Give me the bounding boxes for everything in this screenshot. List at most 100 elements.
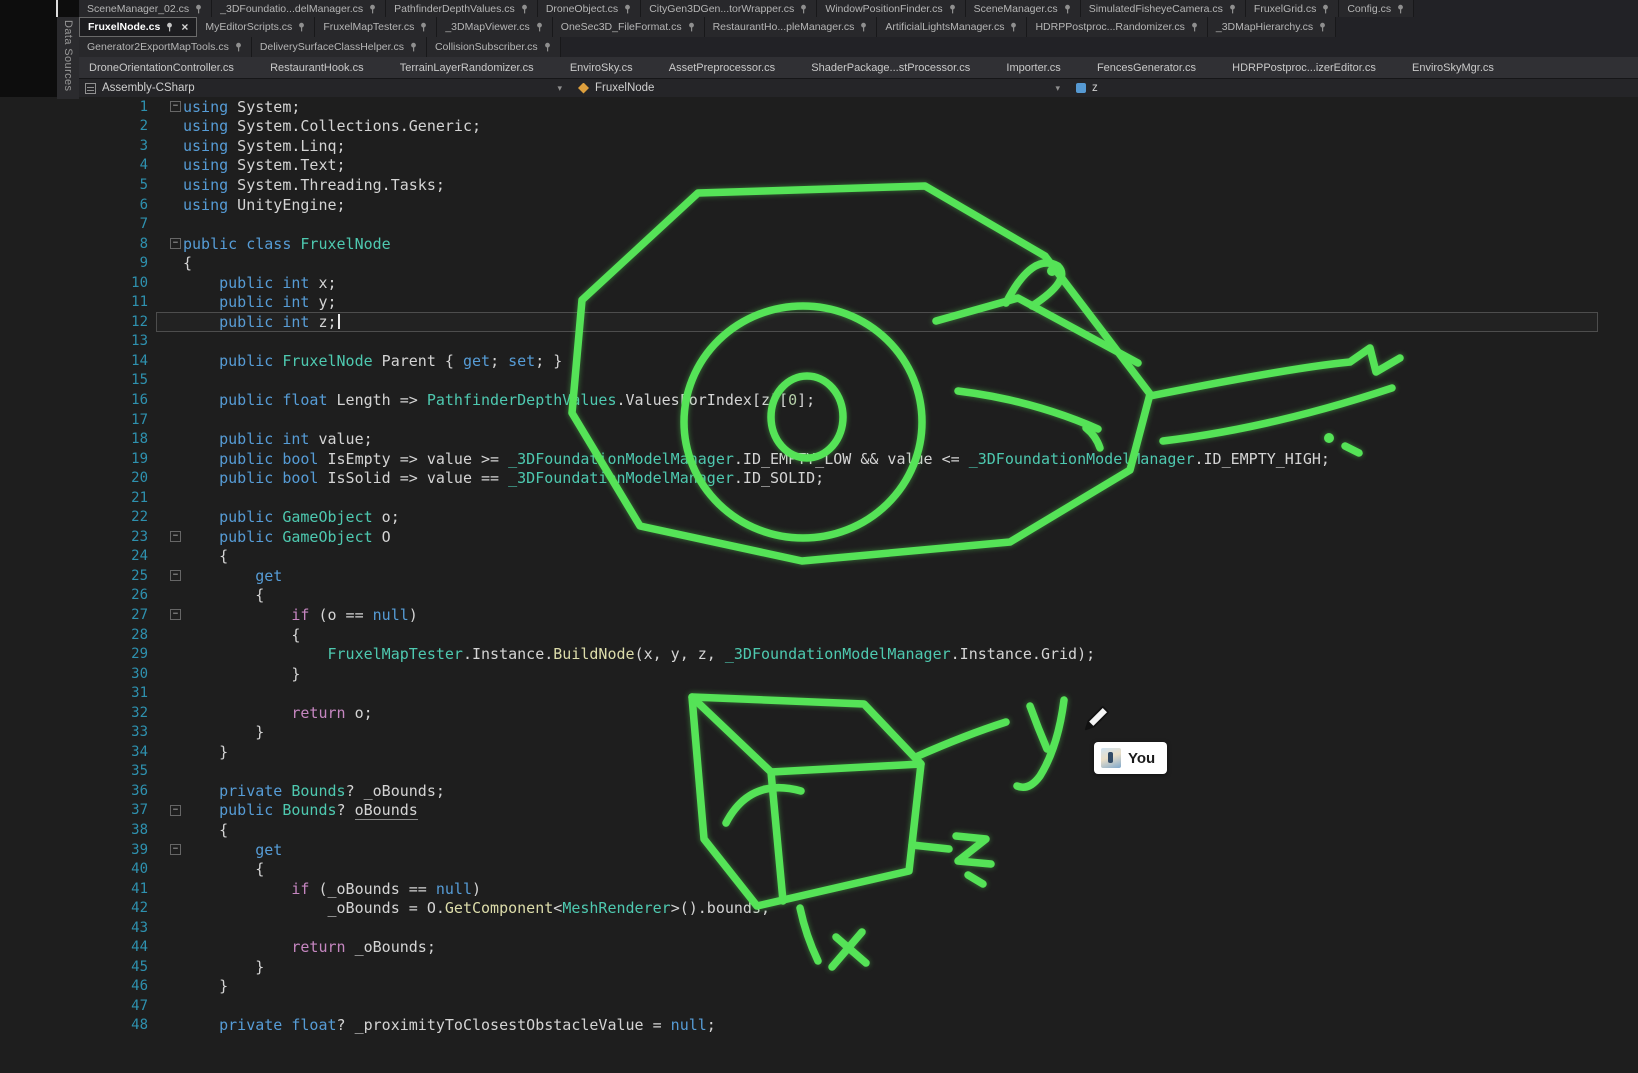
tab-scenemanager-02-cs[interactable]: SceneManager_02.cs — [79, 0, 212, 17]
pin-icon[interactable] — [520, 4, 529, 14]
code-line-38[interactable]: 38 { — [0, 820, 1638, 840]
pin-icon[interactable] — [297, 22, 306, 32]
code-line-45[interactable]: 45 } — [0, 957, 1638, 977]
code-line-20[interactable]: 20 public bool IsSolid => value == _3DFo… — [0, 468, 1638, 488]
pin-icon[interactable] — [1009, 22, 1018, 32]
code-line-41[interactable]: 41 if (_oBounds == null) — [0, 879, 1638, 899]
code-line-19[interactable]: 19 public bool IsEmpty => value >= _3DFo… — [0, 449, 1638, 469]
tab-artificiallightsmanager-cs[interactable]: ArtificialLightsManager.cs — [877, 17, 1027, 37]
pin-icon[interactable] — [859, 22, 868, 32]
code-line-3[interactable]: 3using System.Linq; — [0, 136, 1638, 156]
type-dropdown[interactable]: FruxelNode ▾ — [572, 79, 1070, 97]
code-line-36[interactable]: 36 private Bounds? _oBounds; — [0, 781, 1638, 801]
member-dropdown[interactable]: z — [1070, 79, 1638, 97]
code-line-7[interactable]: 7 — [0, 214, 1638, 234]
tab-deliverysurfaceclasshelper-cs[interactable]: DeliverySurfaceClassHelper.cs — [252, 37, 427, 57]
tab-fencesgenerator-cs[interactable]: FencesGenerator.cs — [1093, 57, 1200, 78]
fold-collapse-icon[interactable]: − — [170, 238, 181, 249]
tab-envirosky-cs[interactable]: EnviroSky.cs — [566, 57, 637, 78]
pin-icon[interactable] — [409, 42, 418, 52]
fold-collapse-icon[interactable]: − — [170, 570, 181, 581]
data-sources-tab[interactable]: Data Sources — [57, 17, 79, 99]
tab-fruxelmaptester-cs[interactable]: FruxelMapTester.cs — [315, 17, 437, 37]
code-line-27[interactable]: 27− if (o == null) — [0, 605, 1638, 625]
code-line-26[interactable]: 26 { — [0, 586, 1638, 606]
code-line-9[interactable]: 9{ — [0, 253, 1638, 273]
code-line-46[interactable]: 46 } — [0, 977, 1638, 997]
tab-hdrppostproc-izereditor-cs[interactable]: HDRPPostproc...izerEditor.cs — [1228, 57, 1380, 78]
tab-windowpositionfinder-cs[interactable]: WindowPositionFinder.cs — [817, 0, 965, 17]
tab-myeditorscripts-cs[interactable]: MyEditorScripts.cs — [197, 17, 315, 37]
pin-icon[interactable] — [368, 4, 377, 14]
fold-collapse-icon[interactable]: − — [170, 101, 181, 112]
tab-importer-cs[interactable]: Importer.cs — [1002, 57, 1064, 78]
code-line-12[interactable]: 12 public int z; — [0, 312, 1638, 332]
pin-icon[interactable] — [165, 22, 174, 32]
pin-icon[interactable] — [535, 22, 544, 32]
tab--3dmapviewer-cs[interactable]: _3DMapViewer.cs — [437, 17, 552, 37]
code-line-28[interactable]: 28 { — [0, 625, 1638, 645]
pin-icon[interactable] — [799, 4, 808, 14]
tab-enviroskymgr-cs[interactable]: EnviroSkyMgr.cs — [1408, 57, 1498, 78]
code-line-4[interactable]: 4using System.Text; — [0, 156, 1638, 176]
tab-terrainlayerrandomizer-cs[interactable]: TerrainLayerRandomizer.cs — [396, 57, 538, 78]
close-icon[interactable]: × — [181, 21, 188, 33]
fold-collapse-icon[interactable]: − — [170, 844, 181, 855]
tab-restaurantho-plemanager-cs[interactable]: RestaurantHo...pleManager.cs — [705, 17, 878, 37]
tab-collisionsubscriber-cs[interactable]: CollisionSubscriber.cs — [427, 37, 561, 57]
code-line-2[interactable]: 2using System.Collections.Generic; — [0, 117, 1638, 137]
code-line-33[interactable]: 33 } — [0, 723, 1638, 743]
pin-icon[interactable] — [419, 22, 428, 32]
tab-restauranthook-cs[interactable]: RestaurantHook.cs — [266, 57, 368, 78]
code-line-40[interactable]: 40 { — [0, 859, 1638, 879]
tab-config-cs[interactable]: Config.cs — [1339, 0, 1414, 17]
pin-icon[interactable] — [194, 4, 203, 14]
code-line-15[interactable]: 15 — [0, 371, 1638, 391]
code-line-34[interactable]: 34 } — [0, 742, 1638, 762]
pin-icon[interactable] — [623, 4, 632, 14]
tab-simulatedfisheyecamera-cs[interactable]: SimulatedFisheyeCamera.cs — [1081, 0, 1246, 17]
code-line-47[interactable]: 47 — [0, 996, 1638, 1016]
code-line-1[interactable]: 1−using System; — [0, 97, 1638, 117]
tab--3dmaphierarchy-cs[interactable]: _3DMapHierarchy.cs — [1208, 17, 1336, 37]
code-line-17[interactable]: 17 — [0, 410, 1638, 430]
pin-icon[interactable] — [948, 4, 957, 14]
code-line-13[interactable]: 13 — [0, 332, 1638, 352]
tab-onesec3d-fileformat-cs[interactable]: OneSec3D_FileFormat.cs — [553, 17, 705, 37]
pin-icon[interactable] — [543, 42, 552, 52]
code-line-39[interactable]: 39− get — [0, 840, 1638, 860]
code-line-29[interactable]: 29 FruxelMapTester.Instance.BuildNode(x,… — [0, 644, 1638, 664]
code-line-44[interactable]: 44 return _oBounds; — [0, 938, 1638, 958]
tab-droneobject-cs[interactable]: DroneObject.cs — [538, 0, 641, 17]
pin-icon[interactable] — [1190, 22, 1199, 32]
code-line-42[interactable]: 42 _oBounds = O.GetComponent<MeshRendere… — [0, 898, 1638, 918]
code-line-30[interactable]: 30 } — [0, 664, 1638, 684]
fold-collapse-icon[interactable]: − — [170, 609, 181, 620]
pin-icon[interactable] — [1318, 22, 1327, 32]
tab-fruxelnode-cs[interactable]: FruxelNode.cs× — [79, 17, 197, 37]
tab-pathfinderdepthvalues-cs[interactable]: PathfinderDepthValues.cs — [386, 0, 538, 17]
project-dropdown[interactable]: Assembly-CSharp ▾ — [79, 79, 572, 97]
code-line-35[interactable]: 35 — [0, 762, 1638, 782]
code-line-6[interactable]: 6using UnityEngine; — [0, 195, 1638, 215]
code-line-25[interactable]: 25− get — [0, 566, 1638, 586]
code-line-21[interactable]: 21 — [0, 488, 1638, 508]
tab-fruxelgrid-cs[interactable]: FruxelGrid.cs — [1246, 0, 1339, 17]
code-line-23[interactable]: 23− public GameObject O — [0, 527, 1638, 547]
tab-hdrppostproc-randomizer-cs[interactable]: HDRPPostproc...Randomizer.cs — [1027, 17, 1207, 37]
pin-icon[interactable] — [234, 42, 243, 52]
code-editor[interactable]: 1−using System;2using System.Collections… — [0, 97, 1638, 1073]
code-line-24[interactable]: 24 { — [0, 547, 1638, 567]
code-line-18[interactable]: 18 public int value; — [0, 429, 1638, 449]
tab-generator2exportmaptools-cs[interactable]: Generator2ExportMapTools.cs — [79, 37, 252, 57]
code-line-5[interactable]: 5using System.Threading.Tasks; — [0, 175, 1638, 195]
code-line-16[interactable]: 16 public float Length => PathfinderDept… — [0, 390, 1638, 410]
tab-citygen3dgen-torwrapper-cs[interactable]: CityGen3DGen...torWrapper.cs — [641, 0, 817, 17]
tab-scenemanager-cs[interactable]: SceneManager.cs — [966, 0, 1081, 17]
code-line-31[interactable]: 31 — [0, 683, 1638, 703]
code-line-8[interactable]: 8−public class FruxelNode — [0, 234, 1638, 254]
tab-assetpreprocessor-cs[interactable]: AssetPreprocessor.cs — [665, 57, 779, 78]
code-line-43[interactable]: 43 — [0, 918, 1638, 938]
tab-droneorientationcontroller-cs[interactable]: DroneOrientationController.cs — [85, 57, 238, 78]
pin-icon[interactable] — [1396, 4, 1405, 14]
